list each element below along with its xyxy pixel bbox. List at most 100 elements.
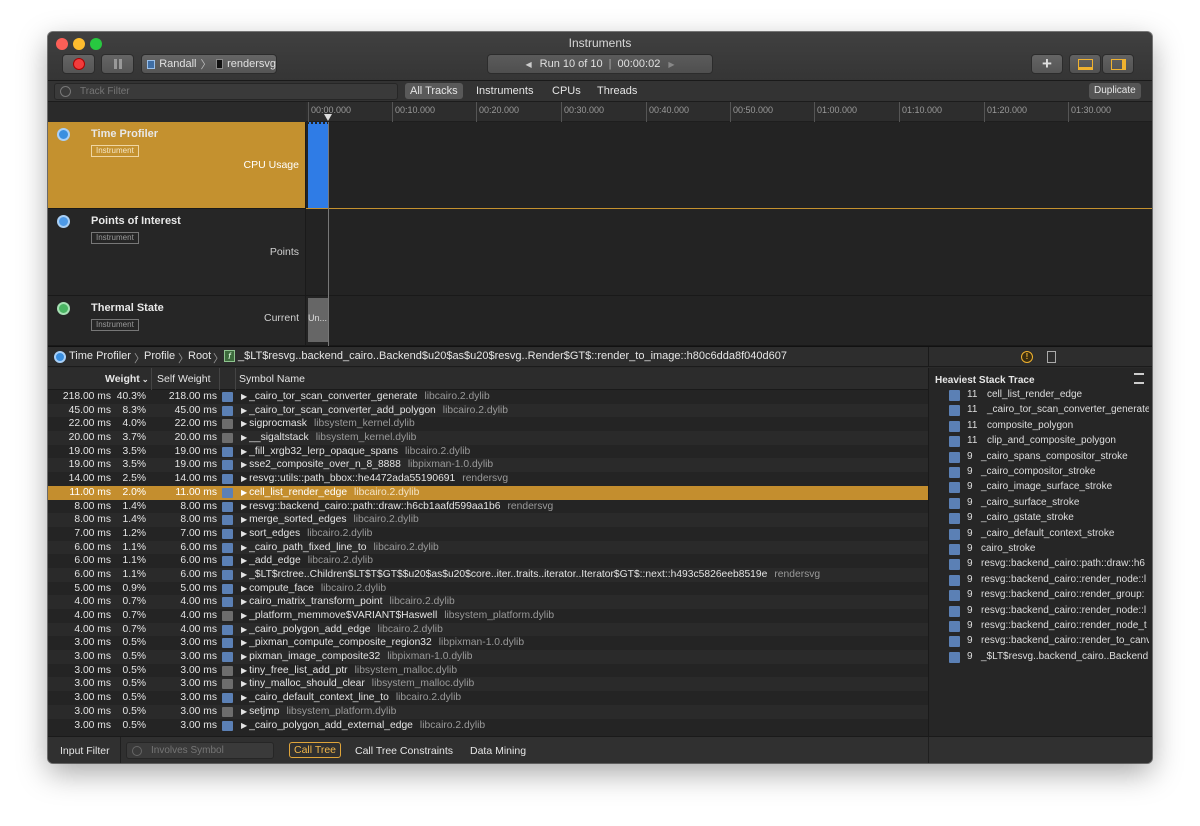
pause-button[interactable] [101,54,134,74]
disclosure-triangle-icon[interactable]: ▶ [241,515,247,524]
stack-frame[interactable]: 9 _cairo_compositor_stroke [949,465,1149,480]
stack-frame[interactable]: 9 _$LT$resvg..backend_cairo..Backend [949,650,1149,665]
symbol-cell[interactable]: ▶ compute_face libcairo.2.dylib [241,582,386,596]
stack-frame[interactable]: 9 _cairo_gstate_stroke [949,511,1149,526]
stack-frame[interactable]: 9 resvg::backend_cairo::render_node::l [949,604,1149,619]
disclosure-triangle-icon[interactable]: ▶ [241,570,247,579]
involves-symbol-input[interactable] [126,742,274,759]
tab-cpus[interactable]: CPUs [547,83,586,99]
table-row[interactable]: 5.00 ms 0.9% 5.00 ms ▶ compute_face libcairo.… [48,582,928,596]
symbol-cell[interactable]: ▶ pixman_image_composite32 libpixman-1.0.d… [241,650,473,664]
symbol-cell[interactable]: ▶ _cairo_path_fixed_line_to libcairo.2.dyl… [241,541,439,555]
breadcrumb-item[interactable]: Profile [144,350,175,362]
disclosure-triangle-icon[interactable]: ▶ [241,625,247,634]
disclosure-triangle-icon[interactable]: ▶ [241,597,247,606]
table-row[interactable]: 3.00 ms 0.5% 3.00 ms ▶ _pixman_compute_compo… [48,636,928,650]
stack-frame[interactable]: 9 _cairo_default_context_stroke [949,527,1149,542]
track-time-profiler[interactable]: Time Profiler Instrument CPU Usage [48,122,1152,209]
weight-column-header[interactable]: Weight ⌄ [105,373,149,385]
stack-frame[interactable]: 11 composite_polygon [949,419,1149,434]
stack-frame[interactable]: 9 resvg::backend_cairo::render_group: [949,588,1149,603]
symbol-cell[interactable]: ▶ sse2_composite_over_n_8_8888 libpixman-1… [241,458,493,472]
symbol-cell[interactable]: ▶ merge_sorted_edges libcairo.2.dylib [241,513,419,527]
self-weight-column-header[interactable]: Self Weight [157,373,211,385]
record-button[interactable] [62,54,95,74]
disclosure-triangle-icon[interactable]: ▶ [241,721,247,730]
call-tree-constraints-button[interactable]: Call Tree Constraints [355,745,453,757]
breadcrumb-item[interactable]: Time Profiler [69,350,131,362]
previous-run-icon[interactable]: ◀ [526,60,532,69]
symbol-cell[interactable]: ▶ _pixman_compute_composite_region32 libpi… [241,636,524,650]
duplicate-button[interactable]: Duplicate [1089,83,1141,99]
table-row[interactable]: 4.00 ms 0.7% 4.00 ms ▶ _platform_memmove$VAR… [48,609,928,623]
table-row[interactable]: 11.00 ms 2.0% 11.00 ms ▶ cell_list_render_ed… [48,485,928,500]
toggle-inspector-button[interactable] [1102,54,1134,74]
symbol-column-header[interactable]: Symbol Name [239,373,305,385]
symbol-cell[interactable]: ▶ _cairo_tor_scan_converter_generate libca… [241,390,490,404]
symbol-cell[interactable]: ▶ tiny_free_list_add_ptr libsystem_malloc.… [241,664,457,678]
disclosure-triangle-icon[interactable]: ▶ [241,419,247,428]
stack-frame[interactable]: 9 resvg::backend_cairo::render_node_t [949,619,1149,634]
symbol-cell[interactable]: ▶ sort_edges libcairo.2.dylib [241,527,372,541]
symbol-cell[interactable]: ▶ _cairo_default_context_line_to libcairo.… [241,691,461,705]
symbol-cell[interactable]: ▶ resvg::utils::path_bbox::he4472ada55190… [241,472,508,486]
track-filter-input[interactable] [54,83,398,100]
symbol-cell[interactable]: ▶ __sigaltstack libsystem_kernel.dylib [241,431,416,445]
table-row[interactable]: 14.00 ms 2.5% 14.00 ms ▶ resvg::utils::path_… [48,472,928,486]
disclosure-triangle-icon[interactable]: ▶ [241,460,247,469]
disclosure-triangle-icon[interactable]: ▶ [241,693,247,702]
data-mining-button[interactable]: Data Mining [470,745,526,757]
symbol-cell[interactable]: ▶ cairo_matrix_transform_point libcairo.2.… [241,595,455,609]
stack-frame[interactable]: 11 _cairo_tor_scan_converter_generate [949,403,1149,418]
table-row[interactable]: 3.00 ms 0.5% 3.00 ms ▶ setjmp libsystem_platf… [48,704,928,719]
collapse-stack-icon[interactable] [1134,373,1144,384]
symbol-cell[interactable]: ▶ _$LT$rctree..Children$LT$T$GT$$u20$as$u… [241,568,820,582]
table-row[interactable]: 3.00 ms 0.5% 3.00 ms ▶ pixman_image_composit… [48,650,928,664]
disclosure-triangle-icon[interactable]: ▶ [241,543,247,552]
table-row[interactable]: 6.00 ms 1.1% 6.00 ms ▶ _add_edge libcairo.2.d… [48,554,928,568]
disclosure-triangle-icon[interactable]: ▶ [241,488,247,497]
table-row[interactable]: 3.00 ms 0.5% 3.00 ms ▶ _cairo_default_contex… [48,691,928,705]
table-row[interactable]: 6.00 ms 1.1% 6.00 ms ▶ _$LT$rctree..Children… [48,567,928,582]
symbol-cell[interactable]: ▶ _cairo_polygon_add_external_edge libcair… [241,719,485,733]
stack-frame[interactable]: 9 _cairo_surface_stroke [949,496,1149,511]
track-points-of-interest[interactable]: Points of Interest Instrument Points [48,209,1152,296]
track-label[interactable]: Time Profiler Instrument CPU Usage [48,122,306,208]
tab-instruments[interactable]: Instruments [471,83,538,99]
toggle-detail-button[interactable] [1069,54,1101,74]
stack-frame[interactable]: 9 cairo_stroke [949,542,1149,557]
table-row[interactable]: 45.00 ms 8.3% 45.00 ms ▶ _cairo_tor_scan_con… [48,403,928,418]
symbol-cell[interactable]: ▶ _platform_memmove$VARIANT$Haswell libsys… [241,609,554,623]
table-row[interactable]: 3.00 ms 0.5% 3.00 ms ▶ _cairo_polygon_add_ex… [48,719,928,733]
track-thermal-state[interactable]: Thermal State Instrument Current Un... [48,296,1152,346]
table-row[interactable]: 7.00 ms 1.2% 7.00 ms ▶ sort_edges libcairo.2.… [48,527,928,541]
disclosure-triangle-icon[interactable]: ▶ [241,474,247,483]
disclosure-triangle-icon[interactable]: ▶ [241,679,247,688]
table-row[interactable]: 3.00 ms 0.5% 3.00 ms ▶ tiny_malloc_should_cl… [48,677,928,692]
symbol-cell[interactable]: ▶ tiny_malloc_should_clear libsystem_mallo… [241,677,474,691]
table-row[interactable]: 8.00 ms 1.4% 8.00 ms ▶ resvg::backend_cairo:… [48,500,928,514]
symbol-cell[interactable]: ▶ setjmp libsystem_platform.dylib [241,705,396,719]
disclosure-triangle-icon[interactable]: ▶ [241,707,247,716]
table-row[interactable]: 8.00 ms 1.4% 8.00 ms ▶ merge_sorted_edges lib… [48,513,928,527]
symbol-cell[interactable]: ▶ _cairo_polygon_add_edge libcairo.2.dylib [241,623,443,637]
disclosure-triangle-icon[interactable]: ▶ [241,666,247,675]
symbol-cell[interactable]: ▶ cell_list_render_edge libcairo.2.dylib [241,486,419,500]
tab-all-tracks[interactable]: All Tracks [405,83,463,99]
disclosure-triangle-icon[interactable]: ▶ [241,406,247,415]
stack-frame[interactable]: 9 resvg::backend_cairo::render_to_canv [949,634,1149,649]
table-row[interactable]: 3.00 ms 0.5% 3.00 ms ▶ tiny_free_list_add_pt… [48,664,928,678]
table-row[interactable]: 19.00 ms 3.5% 19.00 ms ▶ sse2_composite_over… [48,458,928,473]
stack-frame[interactable]: 9 resvg::backend_cairo::render_node::l [949,573,1149,588]
disclosure-triangle-icon[interactable]: ▶ [241,652,247,661]
stack-frame[interactable]: 9 resvg::backend_cairo::path::draw::h6 [949,557,1149,572]
disclosure-triangle-icon[interactable]: ▶ [241,638,247,647]
disclosure-triangle-icon[interactable]: ▶ [241,529,247,538]
table-row[interactable]: 19.00 ms 3.5% 19.00 ms ▶ _fill_xrgb32_lerp_o… [48,445,928,459]
stack-frame[interactable]: 11 clip_and_composite_polygon [949,434,1149,449]
document-icon[interactable] [1047,351,1056,363]
disclosure-triangle-icon[interactable]: ▶ [241,502,247,511]
disclosure-triangle-icon[interactable]: ▶ [241,447,247,456]
next-run-icon[interactable]: ▶ [668,60,674,69]
disclosure-triangle-icon[interactable]: ▶ [241,611,247,620]
